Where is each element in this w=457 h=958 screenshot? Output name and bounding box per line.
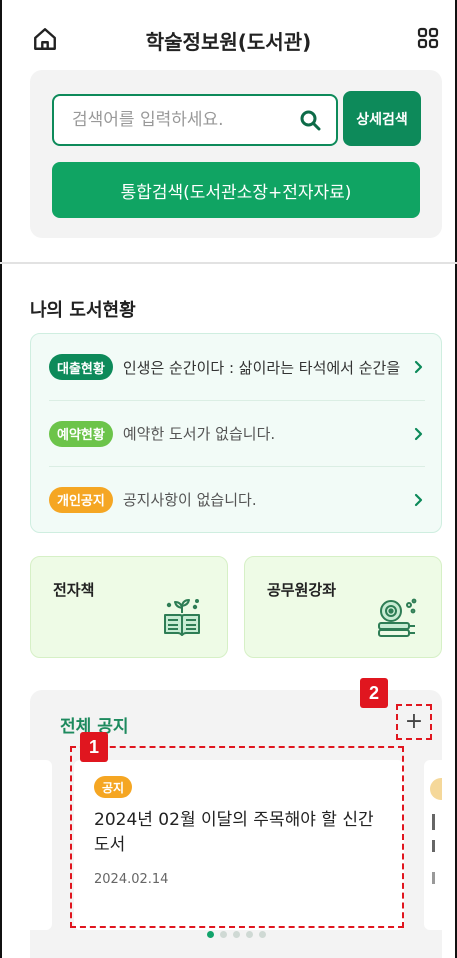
carousel-dot[interactable]: [206, 931, 214, 938]
app-header: 학술정보원(도서관): [0, 0, 457, 70]
search-panel: 상세검색 통합검색(도서관소장+전자자료): [30, 70, 442, 238]
ebook-tile[interactable]: 전자책: [30, 556, 228, 658]
notice-card-date: 2024.02.14: [94, 872, 169, 887]
ebook-icon: [164, 599, 200, 636]
notice-card[interactable]: 공지 2024년 02월 이달의 주목해야 할 신간 도서 2024.02.14: [74, 760, 404, 930]
my-status-title: 나의 도서현황: [30, 300, 136, 321]
ebook-tile-label: 전자책: [53, 581, 95, 599]
detail-search-button[interactable]: 상세검색: [343, 91, 421, 146]
plus-icon: +: [404, 709, 424, 734]
notice-card-title: 2024년 02월 이달의 주목해야 할 신간 도서: [94, 810, 374, 855]
search-icon[interactable]: [298, 108, 322, 132]
peek-badge: [430, 778, 442, 800]
notice-card-badge: 공지: [94, 776, 133, 798]
status-row-loan[interactable]: 대출현황 인생은 순간이다 : 삶이라는 타석에서 순간을: [49, 334, 425, 400]
chevron-right-icon: [414, 493, 423, 506]
next-notice-card-peek[interactable]: [424, 760, 442, 930]
reservation-status-badge: 예약현황: [49, 420, 113, 447]
integrated-search-button[interactable]: 통합검색(도서관소장+전자자료): [52, 162, 420, 218]
personal-notice-badge: 개인공지: [49, 486, 113, 513]
chevron-right-icon: [414, 360, 423, 374]
carousel-pagination: [30, 931, 442, 938]
loan-status-text: 인생은 순간이다 : 삶이라는 타석에서 순간을: [122, 358, 401, 377]
annotation-marker-2: 2: [360, 678, 388, 708]
search-box: [52, 94, 338, 146]
annotation-marker-1: 1: [80, 732, 108, 762]
status-row-reservation[interactable]: 예약현황 예약한 도서가 없습니다.: [49, 400, 425, 466]
lecture-tile-label: 공무원강좌: [267, 581, 337, 599]
notice-more-button[interactable]: +: [396, 704, 432, 740]
lecture-icon: [378, 598, 417, 637]
search-input[interactable]: [72, 96, 292, 144]
civil-service-lecture-tile[interactable]: 공무원강좌: [244, 556, 442, 658]
carousel-dot[interactable]: [232, 931, 240, 938]
notice-panel: 전체 공지 2 + 공지 2024년 02월 이달의 주목해야 할 신간 도서 …: [30, 678, 442, 958]
grid-menu-icon[interactable]: [416, 26, 440, 50]
personal-notice-text: 공지사항이 없습니다.: [122, 491, 257, 509]
carousel-dot[interactable]: [219, 931, 227, 938]
peek-text-mark: [432, 814, 435, 830]
peek-text-mark: [432, 840, 435, 852]
reservation-status-text: 예약한 도서가 없습니다.: [122, 425, 276, 443]
carousel-dot[interactable]: [245, 931, 253, 938]
my-status-box: 대출현황 인생은 순간이다 : 삶이라는 타석에서 순간을 예약현황 예약한 도…: [30, 333, 442, 533]
loan-status-badge: 대출현황: [49, 354, 113, 380]
chevron-right-icon: [414, 427, 423, 440]
section-divider: [0, 262, 457, 264]
carousel-dot[interactable]: [258, 931, 266, 938]
status-row-personal-notice[interactable]: 개인공지 공지사항이 없습니다.: [49, 466, 425, 532]
page-title: 학술정보원(도서관): [145, 30, 312, 54]
peek-text-mark: [432, 872, 435, 884]
previous-notice-card-peek[interactable]: [30, 760, 52, 930]
